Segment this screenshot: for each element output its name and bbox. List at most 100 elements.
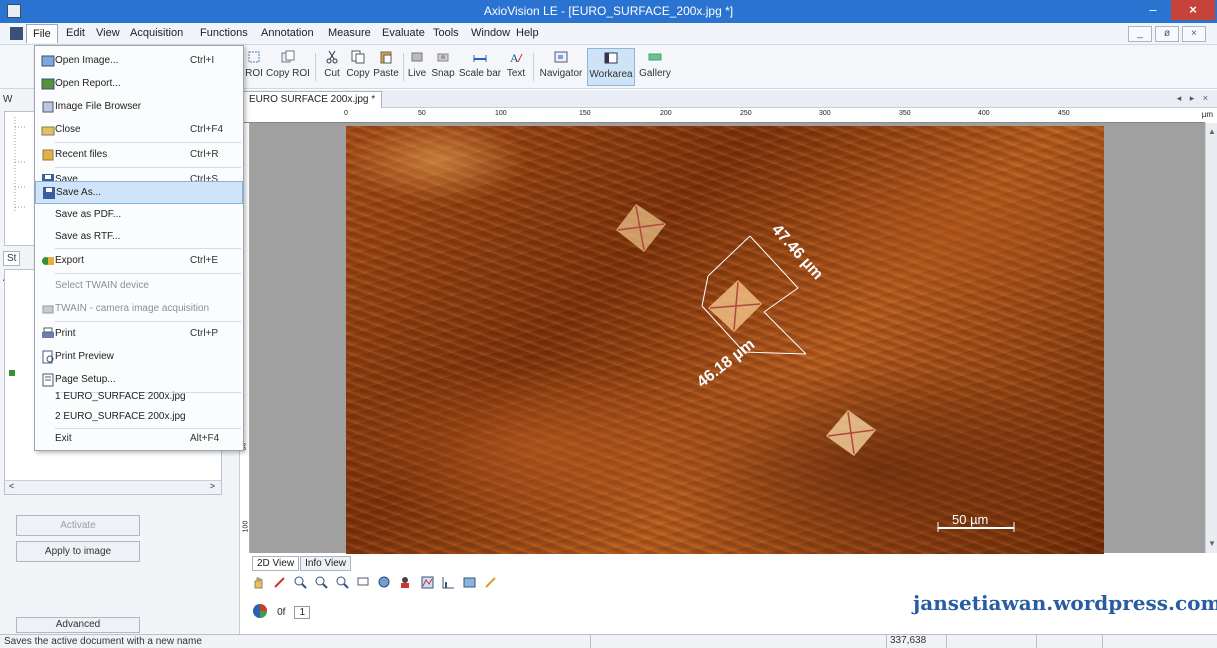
menu-window[interactable]: Window bbox=[471, 27, 510, 39]
snap-button[interactable]: Snap bbox=[430, 48, 456, 86]
copy-roi-icon bbox=[281, 50, 295, 64]
pen-icon[interactable] bbox=[273, 576, 286, 589]
menu-separator bbox=[55, 321, 241, 322]
chart-icon[interactable] bbox=[442, 576, 455, 589]
panel-tab-w[interactable]: W bbox=[3, 94, 12, 105]
live-icon bbox=[410, 50, 424, 64]
menu-item-twain-acquisition[interactable]: TWAIN - camera image acquisition bbox=[35, 298, 243, 321]
menu-measure[interactable]: Measure bbox=[328, 27, 371, 39]
menu-item-recent-files[interactable]: Recent files Ctrl+R bbox=[35, 144, 243, 167]
close-button[interactable]: × bbox=[1171, 0, 1215, 20]
menu-item-save-as-pdf[interactable]: Save as PDF... bbox=[35, 204, 243, 227]
menu-item-select-twain-device[interactable]: Select TWAIN device bbox=[35, 275, 243, 298]
copy-icon bbox=[351, 50, 365, 64]
scroll-right-icon[interactable]: > bbox=[210, 481, 215, 491]
workarea-icon bbox=[604, 51, 618, 65]
menu-item-export[interactable]: Export Ctrl+E bbox=[35, 250, 243, 273]
chat-icon[interactable] bbox=[357, 576, 370, 589]
menu-annotation[interactable]: Annotation bbox=[261, 27, 314, 39]
copy-roi-button[interactable]: Copy ROI bbox=[266, 48, 310, 86]
document-tab[interactable]: EURO SURFACE 200x.jpg * bbox=[242, 91, 383, 108]
indentation-mark bbox=[826, 410, 876, 456]
histogram-icon[interactable] bbox=[421, 576, 434, 589]
tab-navigation-icons[interactable]: ◂ ▸ × bbox=[1177, 93, 1211, 104]
paste-button[interactable]: Paste bbox=[372, 48, 400, 86]
menu-item-exit[interactable]: Exit Alt+F4 bbox=[35, 428, 243, 451]
horizontal-scrollbar[interactable]: < > bbox=[5, 480, 221, 494]
vertical-scrollbar[interactable]: ▲ ▼ bbox=[1205, 123, 1217, 553]
toolbar-separator bbox=[403, 53, 404, 81]
workarea-button[interactable]: Workarea bbox=[587, 48, 635, 86]
status-cell bbox=[946, 635, 1036, 648]
status-cell bbox=[1036, 635, 1102, 648]
channel-zero-label[interactable]: 0f bbox=[277, 607, 285, 618]
menu-item-close[interactable]: Close Ctrl+F4 bbox=[35, 119, 243, 142]
toolbar-separator bbox=[533, 53, 534, 81]
text-button[interactable]: A Text bbox=[504, 48, 528, 86]
menu-edit[interactable]: Edit bbox=[66, 27, 85, 39]
close-folder-icon bbox=[41, 123, 55, 137]
indentation-mark bbox=[616, 204, 666, 252]
ruler-tick: 450 bbox=[1058, 110, 1070, 117]
minimize-button[interactable]: – bbox=[1140, 0, 1166, 20]
status-cell bbox=[590, 635, 886, 648]
tree-lines bbox=[14, 117, 27, 212]
menu-acquisition[interactable]: Acquisition bbox=[130, 27, 183, 39]
scroll-left-icon[interactable]: < bbox=[9, 481, 14, 491]
menu-item-open-image[interactable]: Open Image... Ctrl+I bbox=[35, 50, 243, 73]
activate-button[interactable]: Activate bbox=[16, 515, 140, 536]
horizontal-ruler: 0 50 100 150 200 250 300 350 400 450 µm bbox=[240, 108, 1213, 123]
tab-info-view[interactable]: Info View bbox=[300, 556, 352, 571]
menu-functions[interactable]: Functions bbox=[200, 27, 248, 39]
scroll-down-icon[interactable]: ▼ bbox=[1208, 539, 1216, 548]
advanced-button[interactable]: Advanced bbox=[16, 617, 140, 633]
menu-file[interactable]: File bbox=[26, 24, 58, 43]
menu-help[interactable]: Help bbox=[516, 27, 539, 39]
zoom-in-icon[interactable] bbox=[294, 576, 307, 589]
menu-item-open-report[interactable]: Open Report... bbox=[35, 73, 243, 96]
tab-2d-view[interactable]: 2D View bbox=[252, 556, 300, 571]
micrograph-image[interactable]: 47.46 µm 46.18 µm 50 µm bbox=[346, 126, 1104, 554]
ruler-tick: 250 bbox=[740, 110, 752, 117]
page-number[interactable]: 1 bbox=[294, 606, 311, 619]
scroll-up-icon[interactable]: ▲ bbox=[1208, 127, 1216, 136]
toolbar-separator bbox=[315, 53, 316, 81]
gallery-button[interactable]: Gallery bbox=[637, 48, 673, 86]
document-icon[interactable] bbox=[10, 27, 23, 40]
menu-item-save-as-rtf[interactable]: Save as RTF... bbox=[35, 226, 243, 249]
copy-button[interactable]: Copy bbox=[345, 48, 371, 86]
gallery-icon bbox=[648, 50, 662, 64]
zoom-out-icon[interactable] bbox=[315, 576, 328, 589]
person-icon[interactable] bbox=[399, 576, 412, 589]
menu-item-print-preview[interactable]: Print Preview bbox=[35, 346, 243, 369]
mdi-restore-button[interactable]: ø bbox=[1155, 26, 1179, 42]
hand-icon[interactable] bbox=[252, 576, 265, 589]
image-icon[interactable] bbox=[463, 576, 476, 589]
menu-evaluate[interactable]: Evaluate bbox=[382, 27, 425, 39]
channel-icon[interactable] bbox=[378, 576, 391, 589]
live-button[interactable]: Live bbox=[406, 48, 428, 86]
mdi-minimize-button[interactable]: _ bbox=[1128, 26, 1152, 42]
zoom-fit-icon[interactable] bbox=[336, 576, 349, 589]
menu-view[interactable]: View bbox=[96, 27, 120, 39]
watermark: jansetiawan.wordpress.com bbox=[913, 591, 1217, 615]
mdi-close-button[interactable]: × bbox=[1182, 26, 1206, 42]
menu-item-recent-2[interactable]: 2 EURO_SURFACE 200x.jpg bbox=[35, 406, 243, 429]
brush-icon[interactable] bbox=[484, 576, 497, 589]
menu-tools[interactable]: Tools bbox=[433, 27, 459, 39]
menu-item-print[interactable]: Print Ctrl+P bbox=[35, 323, 243, 346]
navigator-button[interactable]: Navigator bbox=[537, 48, 585, 86]
apply-to-image-button[interactable]: Apply to image bbox=[16, 541, 140, 562]
panel-tab-st[interactable]: St bbox=[3, 251, 21, 266]
indentation-mark bbox=[708, 280, 762, 332]
cut-button[interactable]: Cut bbox=[320, 48, 344, 86]
scale-bar-label: 50 µm bbox=[952, 512, 989, 527]
menu-item-image-file-browser[interactable]: Image File Browser bbox=[35, 96, 243, 119]
status-dot-icon bbox=[9, 370, 15, 376]
scale-bar-button[interactable]: Scale bar bbox=[458, 48, 502, 86]
menu-item-save-as[interactable]: Save As... bbox=[35, 181, 243, 204]
color-wheel-icon[interactable] bbox=[252, 603, 268, 622]
page-setup-icon bbox=[41, 373, 55, 387]
roi-button[interactable]: ROI bbox=[243, 48, 265, 86]
document-tab-bar: EURO SURFACE 200x.jpg * ◂ ▸ × bbox=[240, 90, 1217, 108]
